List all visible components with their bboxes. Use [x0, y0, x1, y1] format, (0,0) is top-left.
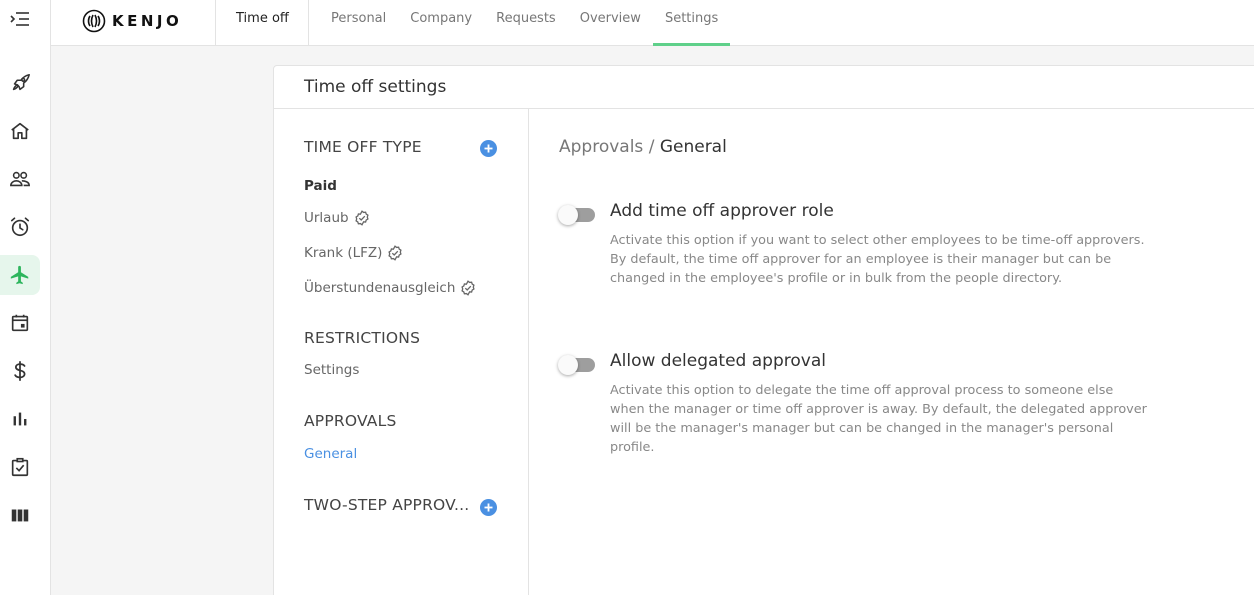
- verified-badge-icon: [461, 280, 476, 296]
- menu-toggle-icon[interactable]: [8, 8, 32, 30]
- tab-requests[interactable]: Requests: [484, 0, 568, 46]
- add-time-off-type-button[interactable]: [480, 140, 497, 157]
- brand-name: KENJO: [112, 12, 183, 30]
- option-description: Activate this option to delegate the tim…: [610, 383, 1147, 455]
- toggle-knob: [558, 355, 578, 375]
- approvals-general-link[interactable]: General: [304, 446, 357, 462]
- restrictions-settings-link[interactable]: Settings: [304, 362, 359, 378]
- dollar-icon[interactable]: [0, 351, 40, 391]
- two-step-approval-heading: TWO-STEP APPROV...: [304, 496, 470, 514]
- paid-group-label: Paid: [304, 178, 337, 194]
- list-item-ueberstundenausgleich[interactable]: Überstundenausgleich: [304, 280, 476, 296]
- tab-settings[interactable]: Settings: [652, 0, 731, 46]
- divider: [215, 0, 216, 45]
- section-title[interactable]: Time off: [236, 11, 289, 26]
- settings-card: Time off settings TIME OFF TYPE Paid Url…: [273, 65, 1254, 595]
- toggle-knob: [558, 205, 578, 225]
- columns-icon[interactable]: [0, 495, 40, 535]
- kenjo-logo-mark-icon: [82, 9, 106, 33]
- option-title: Allow delegated approval: [610, 351, 826, 371]
- divider: [308, 0, 309, 45]
- tab-company[interactable]: Company: [398, 0, 484, 46]
- breadcrumb-parent: Approvals /: [559, 137, 655, 157]
- checklist-icon[interactable]: [0, 447, 40, 487]
- people-icon[interactable]: [0, 159, 40, 199]
- time-off-type-label: Krank (LFZ): [304, 245, 383, 261]
- plus-icon: [484, 144, 493, 153]
- list-item-krank[interactable]: Krank (LFZ): [304, 245, 403, 261]
- verified-badge-icon: [388, 245, 403, 261]
- tab-personal[interactable]: Personal: [319, 0, 398, 46]
- approvals-heading: APPROVALS: [304, 412, 397, 430]
- add-two-step-approval-button[interactable]: [480, 499, 497, 516]
- calendar-icon[interactable]: [0, 303, 40, 343]
- page-title: Time off settings: [304, 77, 447, 97]
- alarm-clock-icon[interactable]: [0, 207, 40, 247]
- airplane-icon[interactable]: [0, 255, 40, 295]
- breadcrumb: Approvals / General: [559, 137, 727, 157]
- left-rail: [0, 0, 51, 595]
- option-description: Activate this option if you want to sele…: [610, 233, 1145, 286]
- home-icon[interactable]: [0, 111, 40, 151]
- time-off-type-heading: TIME OFF TYPE: [304, 138, 422, 156]
- option-title: Add time off approver role: [610, 201, 834, 221]
- tab-overview[interactable]: Overview: [568, 0, 653, 46]
- bar-chart-icon[interactable]: [0, 399, 40, 439]
- plus-icon: [484, 503, 493, 512]
- app-root: KENJO Time off Personal Company Requests…: [0, 0, 1254, 595]
- delegated-approval-toggle[interactable]: [558, 355, 595, 375]
- rocket-icon[interactable]: [0, 63, 40, 103]
- approver-role-toggle[interactable]: [558, 205, 595, 225]
- divider: [528, 108, 529, 595]
- top-bar: KENJO Time off Personal Company Requests…: [51, 0, 1254, 46]
- restrictions-heading: RESTRICTIONS: [304, 329, 421, 347]
- kenjo-logo[interactable]: KENJO: [82, 9, 182, 33]
- main-nav: Personal Company Requests Overview Setti…: [319, 0, 731, 46]
- time-off-type-label: Urlaub: [304, 210, 349, 226]
- verified-badge-icon: [354, 210, 369, 226]
- list-item-urlaub[interactable]: Urlaub: [304, 210, 370, 226]
- time-off-type-label: Überstundenausgleich: [304, 280, 456, 296]
- breadcrumb-current: General: [659, 137, 727, 157]
- divider: [274, 108, 1254, 109]
